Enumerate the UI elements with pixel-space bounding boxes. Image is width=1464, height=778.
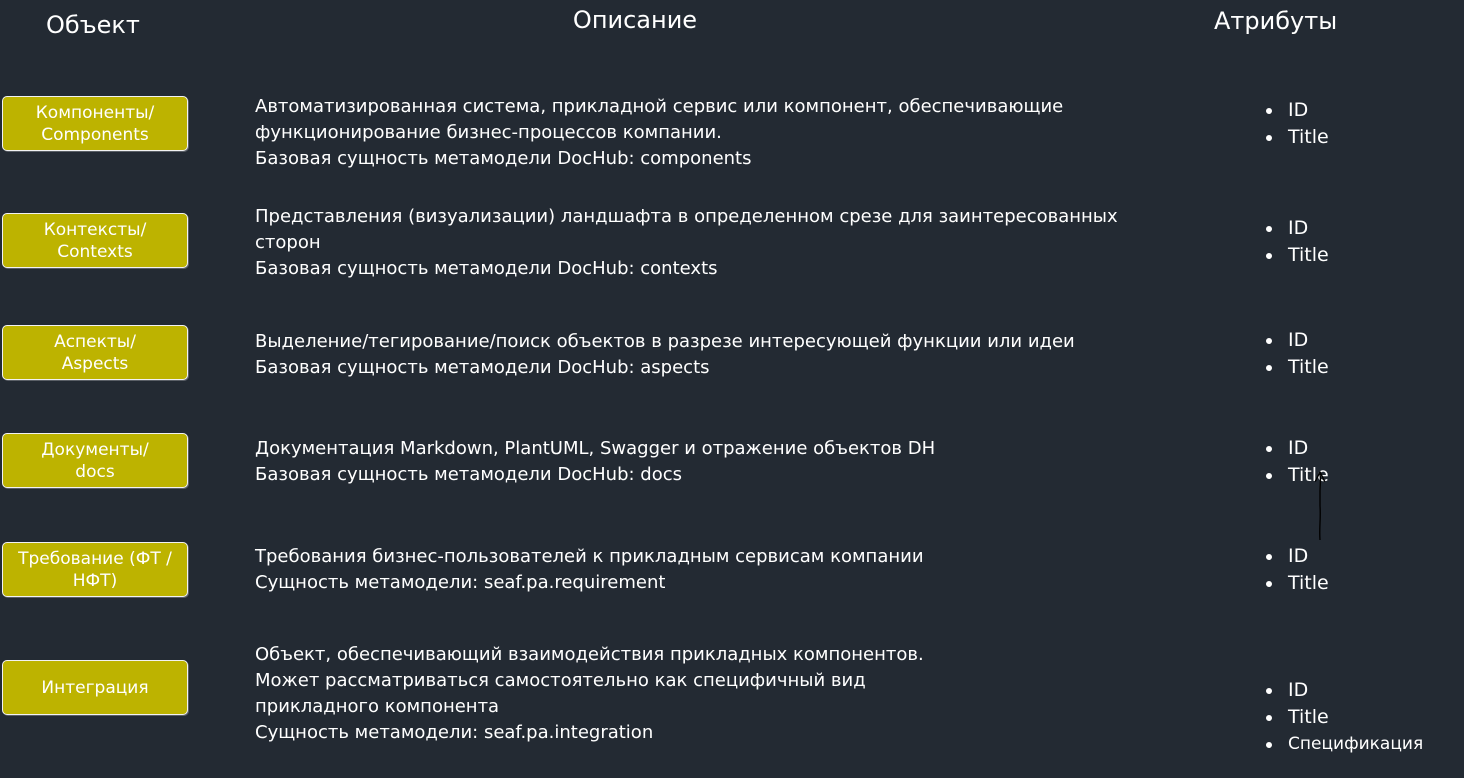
description-line: Документация Markdown, PlantUML, Swagger… <box>255 438 936 459</box>
description-line: Автоматизированная система, прикладной с… <box>255 96 1064 117</box>
attribute-item: ID <box>1262 215 1329 242</box>
description-components: Автоматизированная система, прикладной с… <box>255 94 1245 172</box>
header-description: Описание <box>572 6 698 34</box>
description-line: Выделение/тегирование/поиск объектов в р… <box>255 331 1075 352</box>
attribute-item: ID <box>1262 435 1329 462</box>
description-line: Сущность метамодели: seaf.pa.requirement <box>255 572 666 593</box>
header-attributes: Атрибуты <box>1214 7 1338 35</box>
object-box-aspects: Аспекты/ Aspects <box>2 325 188 380</box>
attribute-item: Title <box>1262 124 1329 151</box>
description-line: Сущность метамодели: seaf.pa.integration <box>255 722 654 743</box>
description-requirement: Требования бизнес-пользователей к прикла… <box>255 544 1245 596</box>
description-line: Требования бизнес-пользователей к прикла… <box>255 546 924 567</box>
attribute-item: Title <box>1262 242 1329 269</box>
attributes-aspects: ID Title <box>1262 327 1329 381</box>
object-box-components: Компоненты/ Components <box>2 96 188 151</box>
object-box-contexts: Контексты/ Contexts <box>2 213 188 268</box>
description-aspects: Выделение/тегирование/поиск объектов в р… <box>255 329 1245 381</box>
object-box-docs: Документы/ docs <box>2 433 188 488</box>
attributes-requirement: ID Title <box>1262 543 1329 597</box>
description-line: Объект, обеспечивающий взаимодействия пр… <box>255 644 924 665</box>
attributes-components: ID Title <box>1262 97 1329 151</box>
attributes-contexts: ID Title <box>1262 215 1329 269</box>
description-line: Базовая сущность метамодели DocHub: aspe… <box>255 357 710 378</box>
attribute-item: ID <box>1262 327 1329 354</box>
description-line: функционирование бизнес-процессов компан… <box>255 122 722 143</box>
attribute-item: Спецификация <box>1262 731 1423 758</box>
attribute-item: Title <box>1262 354 1329 381</box>
description-contexts: Представления (визуализации) ландшафта в… <box>255 204 1245 282</box>
attribute-item: Title <box>1262 570 1329 597</box>
description-docs: Документация Markdown, PlantUML, Swagger… <box>255 436 1245 488</box>
description-line: Базовая сущность метамодели DocHub: cont… <box>255 258 718 279</box>
attributes-integration: ID Title Спецификация <box>1262 677 1423 758</box>
attribute-item: ID <box>1262 97 1329 124</box>
description-integration: Объект, обеспечивающий взаимодействия пр… <box>255 642 1245 746</box>
description-line: прикладного компонента <box>255 696 500 717</box>
description-line: Может рассматриваться самостоятельно как… <box>255 670 866 691</box>
attribute-item: ID <box>1262 543 1329 570</box>
description-line: сторон <box>255 232 321 253</box>
attribute-item: ID <box>1262 677 1423 704</box>
description-line: Базовая сущность метамодели DocHub: docs <box>255 464 682 485</box>
arrow-connector <box>1314 471 1326 541</box>
description-line: Представления (визуализации) ландшафта в… <box>255 206 1118 227</box>
description-line: Базовая сущность метамодели DocHub: comp… <box>255 148 752 169</box>
object-box-requirement: Требование (ФТ / НФТ) <box>2 542 188 597</box>
object-box-integration: Интеграция <box>2 660 188 715</box>
attribute-item: Title <box>1262 704 1423 731</box>
